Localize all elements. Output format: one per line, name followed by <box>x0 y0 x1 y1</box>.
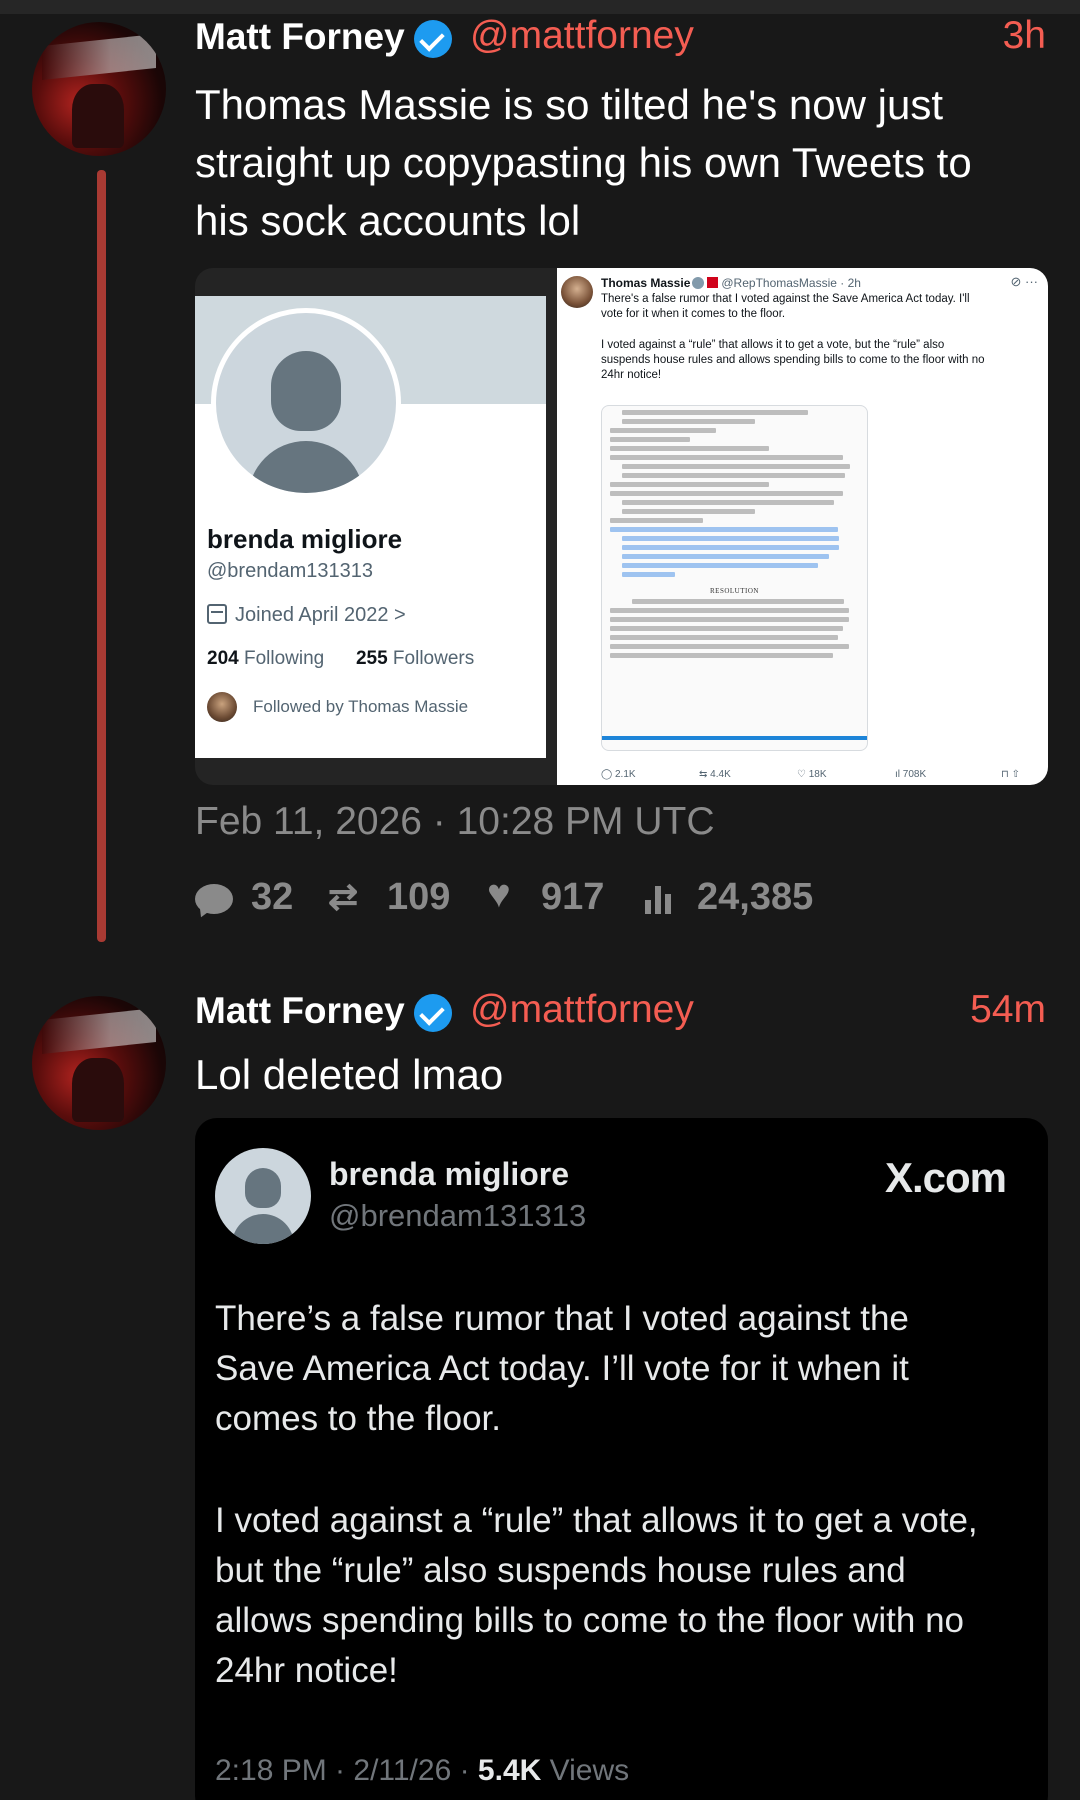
repost-count: 109 <box>387 876 451 918</box>
post-time[interactable]: 54m <box>970 988 1046 1032</box>
profile-joined: Joined April 2022 > <box>207 604 406 627</box>
reply-count: 32 <box>251 876 294 918</box>
embedded-tweet-screenshot[interactable]: Thomas Massie @RepThomasMassie · 2h ⊘ ···… <box>557 268 1048 785</box>
post-text: Lol deleted lmao <box>195 1051 504 1098</box>
verified-badge-icon <box>414 994 452 1032</box>
post-media[interactable]: brenda migliore @brendam131313 Joined Ap… <box>195 268 1048 785</box>
embedded-header: Thomas Massie @RepThomasMassie · 2h <box>601 276 861 290</box>
profile-follow-counts: 204 Following 255 Followers <box>207 648 474 670</box>
author-avatar[interactable] <box>32 996 166 1130</box>
verified-badge-icon <box>414 20 452 58</box>
flag-icon <box>707 277 719 288</box>
embedded-text-para1: There's a false rumor that I voted again… <box>601 293 970 320</box>
following-label: Following <box>243 648 325 669</box>
followers-label: Followers <box>392 648 475 669</box>
followed-by: Followed by Thomas Massie <box>207 692 468 722</box>
profile-name: brenda migliore <box>207 524 403 554</box>
calendar-icon <box>207 604 227 624</box>
followers-count: 255 <box>355 648 388 669</box>
quote-author-name: brenda migliore <box>329 1156 570 1192</box>
post-time[interactable]: 3h <box>1003 14 1046 58</box>
post-text: Thomas Massie is so tilted he's now just… <box>195 76 1055 250</box>
embedded-reposts: ⇆ 4.4K <box>699 769 731 780</box>
quote-text-para1: There’s a false rumor that I voted again… <box>215 1299 909 1438</box>
view-count: 24,385 <box>697 876 814 918</box>
repost-icon[interactable]: ⇄ <box>328 876 358 918</box>
document-image: RESOLUTION <box>601 405 868 751</box>
like-count: 917 <box>541 876 605 918</box>
reply-bubble-icon[interactable] <box>195 884 233 914</box>
default-avatar-icon <box>215 1148 311 1244</box>
post-text-line: his sock accounts lol <box>195 197 581 244</box>
document-scrollbar <box>602 736 867 740</box>
quote-author-handle: @brendam131313 <box>329 1198 587 1233</box>
embedded-text-para2: I voted against a “rule” that allows it … <box>601 339 985 381</box>
author-handle[interactable]: @mattforney <box>470 988 694 1032</box>
embedded-name: Thomas Massie <box>601 276 691 290</box>
heart-icon[interactable]: ♥ <box>487 872 511 917</box>
x-com-brand: X.com <box>884 1154 1007 1201</box>
document-heading: RESOLUTION <box>710 587 759 595</box>
default-avatar-icon <box>211 308 401 498</box>
profile-card-image[interactable]: brenda migliore @brendam131313 Joined Ap… <box>195 296 546 758</box>
bookmark-share-icon: ⊓ ⇧ <box>1001 769 1020 780</box>
author-avatar[interactable] <box>32 22 166 156</box>
embedded-replies: ◯ 2.1K <box>601 769 636 780</box>
embedded-avatar <box>561 276 593 308</box>
thread-connector-line <box>97 170 106 942</box>
post-datetime: Feb 11, 2026 · 10:28 PM UTC <box>195 800 715 843</box>
embedded-views: ıl 708K <box>895 769 927 780</box>
embedded-likes: ♡ 18K <box>797 769 827 780</box>
follower-avatar <box>207 692 237 722</box>
more-icon: ⊘ ··· <box>1010 274 1039 289</box>
views-bars-icon[interactable] <box>645 886 673 914</box>
quote-card[interactable]: brenda migliore @brendam131313 X.com The… <box>195 1118 1048 1800</box>
author-name[interactable]: Matt Forney <box>195 990 405 1032</box>
author-name[interactable]: Matt Forney <box>195 16 405 58</box>
post-text-line: straight up copypasting his own Tweets t… <box>195 139 972 186</box>
author-handle[interactable]: @mattforney <box>470 14 694 58</box>
following-count: 204 <box>207 648 239 669</box>
quote-text-para2: I voted against a “rule” that allows it … <box>215 1501 978 1690</box>
embedded-handle-time: @RepThomasMassie · 2h <box>721 276 861 290</box>
top-status-strip <box>0 0 1080 14</box>
profile-handle: @brendam131313 <box>207 560 373 582</box>
quote-footer: 2:18 PM · 2/11/26 · 5.4K Views <box>215 1754 630 1787</box>
post-text-line: Thomas Massie is so tilted he's now just <box>195 81 943 128</box>
verified-badge-icon <box>692 277 705 289</box>
